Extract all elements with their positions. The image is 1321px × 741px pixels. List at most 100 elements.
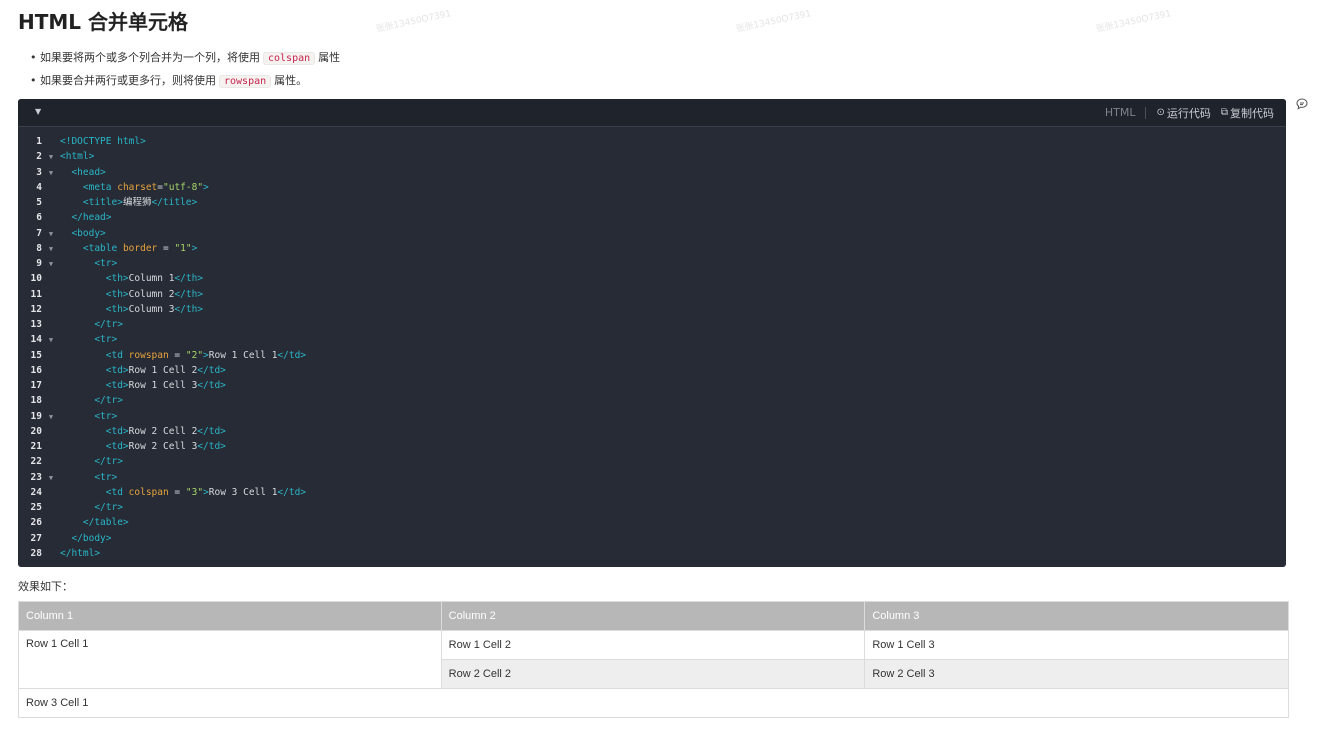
line-number: 11 [30,288,42,300]
code-token: 编程狮 [122,197,152,208]
copy-code-label: 复制代码 [1230,106,1274,120]
code-line: 26 </table> [18,515,1286,530]
code-line: 24 <td colspan = "3">Row 3 Cell 1</td> [18,485,1286,500]
code-token: <html> [60,151,95,163]
line-number: 22 [30,456,42,468]
collapse-caret-icon[interactable]: ▼ [35,107,41,116]
bullet-colspan: • 如果要将两个或多个列合并为一个列，将使用 colspan 属性 [30,50,340,73]
code-line: 13 </tr> [18,317,1286,332]
code-token: </td> [197,425,226,437]
code-token: <tr> [94,334,118,346]
code-line: 20 <td>Row 2 Cell 2</td> [18,424,1286,439]
code-token: <td> [105,380,129,391]
line-number: 26 [30,517,42,529]
code-token: </tr> [94,395,123,407]
table-cell: Row 1 Cell 3 [864,630,1289,660]
code-token: = [157,242,175,254]
code-token: <tr> [94,471,118,483]
code-token: Column 2 [128,288,175,300]
bullet-dot: • [30,74,37,87]
toolbar-actions: HTML ⊙ 运行代码 ⧉ 复制代码 [1105,99,1274,126]
play-circle-icon: ⊙ [1156,107,1165,118]
code-token: "1" [174,242,192,254]
bullet-list: • 如果要将两个或多个列合并为一个列，将使用 colspan 属性 • 如果要合并两… [30,50,340,96]
bullet-text: 如果要将两个或多个列合并为一个列，将使用 [40,51,260,64]
line-number: 5 [36,197,42,208]
copy-code-button[interactable]: ⧉ 复制代码 [1221,105,1274,121]
comment-icon[interactable] [1296,98,1308,113]
language-label: HTML [1104,106,1136,119]
fold-toggle-icon[interactable]: ▼ [42,166,60,181]
line-number: 10 [30,273,42,285]
line-number: 20 [30,425,42,437]
code-token: rowspan [128,349,169,361]
code-token: </table> [82,517,129,529]
line-number: 14 [30,334,42,346]
code-token: <td> [105,425,129,437]
line-number: 17 [30,380,42,391]
fold-toggle-icon[interactable]: ▼ [42,227,60,242]
code-token: </tr> [94,456,123,468]
table-cell: Row 1 Cell 2 [440,630,866,660]
code-line: 10 <th>Column 1</th> [18,271,1286,286]
line-number: 4 [36,181,42,193]
code-token: Row 2 Cell 3 [128,441,198,452]
fold-toggle-icon[interactable]: ▼ [42,410,60,425]
code-block: ▼ HTML ⊙ 运行代码 ⧉ 复制代码 1 <!DOCTYPE html> 2 ▼ <… [18,99,1286,567]
code-line: 14 ▼ <tr> [18,332,1286,347]
table-cell-colspan: Row 3 Cell 1 [18,688,1289,718]
run-code-button[interactable]: ⊙ 运行代码 [1156,105,1210,121]
fold-toggle-icon[interactable]: ▼ [42,242,60,257]
toolbar-divider [1145,106,1147,119]
code-token: Row 1 Cell 3 [128,380,198,391]
table-cell: Row 2 Cell 2 [440,659,866,689]
bullet-suffix: 属性 [318,51,341,64]
code-token: </th> [174,303,204,315]
code-token: "utf-8" [163,181,204,193]
code-token: <td> [105,364,129,376]
line-number: 8 [36,242,42,254]
bullet-text: 如果要合并两行或更多行，则将使用 [40,74,216,87]
copy-icon: ⧉ [1220,107,1228,118]
code-token: </html> [60,547,101,559]
code-line: 15 <td rowspan = "2">Row 1 Cell 1</td> [18,348,1286,363]
code-token: </td> [197,380,226,391]
fold-toggle-icon[interactable]: ▼ [42,257,60,272]
table-header-row: Column 1 Column 2 Column 3 [18,601,1289,631]
code-token: </td> [197,364,226,376]
code-token: <title> [82,197,123,208]
code-token: </td> [197,441,226,452]
line-number: 16 [30,364,42,376]
code-token: </td> [277,486,307,498]
line-number: 24 [30,486,42,498]
fold-toggle-icon[interactable]: ▼ [42,471,60,486]
fold-toggle-icon[interactable]: ▼ [42,333,60,348]
fold-toggle-icon[interactable]: ▼ [42,150,60,165]
code-line: 25 </tr> [18,500,1286,515]
code-lines[interactable]: 1 <!DOCTYPE html> 2 ▼ <html> 3 ▼ <head> 4 <meta… [18,127,1286,561]
watermark: 张张13450O7391 [735,9,813,35]
page-title: HTML 合并单元格 [18,10,188,34]
table-header-cell: Column 2 [440,601,866,631]
code-token: Row 1 Cell 2 [128,364,198,376]
code-token: </th> [174,288,204,300]
code-line: 4 <meta charset="utf-8"> [18,180,1286,195]
code-line: 19 ▼ <tr> [18,409,1286,424]
table-row: Row 3 Cell 1 [18,688,1289,718]
line-number: 13 [30,319,42,330]
code-line: 17 <td>Row 1 Cell 3</td> [18,378,1286,393]
code-token: colspan [128,486,169,498]
